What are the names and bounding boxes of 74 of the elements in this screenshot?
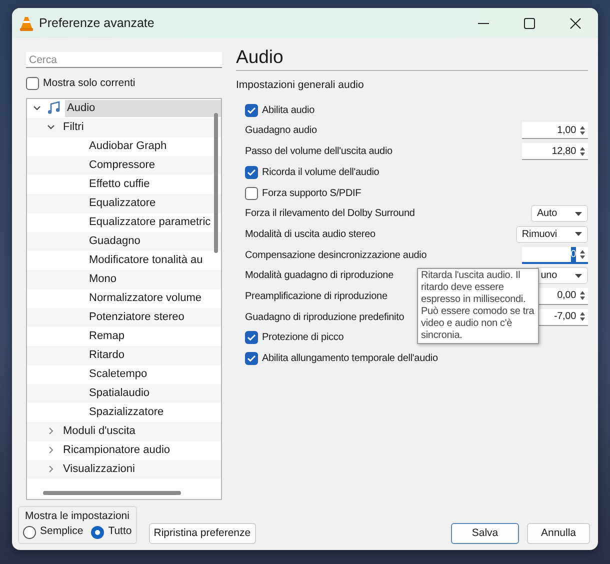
- setting-label: Modalità guadagno di riproduzione: [245, 269, 394, 284]
- spin-arrows-icon[interactable]: [579, 146, 586, 157]
- tree-item[interactable]: Normalizzatore volume: [87, 290, 204, 306]
- tree-item[interactable]: Effetto cuffie: [87, 176, 152, 192]
- setting-label: Forza il rilevamento del Dolby Surround: [245, 207, 415, 222]
- dropdown[interactable]: Auto: [531, 205, 588, 222]
- dropdown[interactable]: uno: [534, 267, 588, 284]
- setting-label: Preamplificazione di riproduzione: [245, 290, 388, 304]
- dropdown[interactable]: Rimuovi: [516, 226, 588, 243]
- dialog-button[interactable]: Annulla: [527, 523, 590, 544]
- spin-arrows-icon[interactable]: [579, 124, 586, 136]
- tree-item[interactable]: Equalizzatore parametric: [87, 214, 213, 230]
- caret-down-icon: [575, 232, 582, 236]
- setting-label: Protezione di picco: [262, 331, 344, 346]
- tooltip: Ritarda l'uscita audio. Il ritardo deve essere espresso in millisecondi. Può essere comodo se tra video e audio non c'è sincronia.: [417, 268, 539, 344]
- checkmark-icon: [247, 355, 256, 362]
- group-title: Mostra le impostazioni: [24, 508, 130, 524]
- dialog-button[interactable]: Salva: [451, 523, 519, 544]
- checkbox[interactable]: [245, 104, 258, 117]
- checkbox[interactable]: [245, 352, 258, 366]
- traffic-cone-icon: [20, 16, 33, 30]
- spin-field[interactable]: 12,80: [522, 143, 588, 160]
- checkmark-icon: [247, 334, 256, 342]
- checkbox[interactable]: [245, 186, 258, 200]
- chevron-right-icon[interactable]: [47, 465, 55, 474]
- minimize-icon: [478, 22, 488, 24]
- reset-preferences-button[interactable]: Ripristina preferenze: [148, 523, 256, 544]
- tree-item[interactable]: Scaletempo: [87, 366, 150, 382]
- checkmark-icon: [247, 106, 256, 114]
- section-subtitle: Impostazioni generali audio: [236, 78, 365, 94]
- setting-label: Abilita allungamento temporale dell'audio: [262, 352, 438, 366]
- checkmark-icon: [247, 168, 256, 176]
- show-current-checkbox[interactable]: Mostra solo correnti: [26, 76, 222, 92]
- scrollbar-thumb[interactable]: [43, 490, 181, 495]
- setting-label: Forza supporto S/PDIF: [262, 186, 362, 201]
- tree-item[interactable]: Spazializzatore: [87, 404, 166, 420]
- radio-option[interactable]: Tutto: [91, 524, 132, 540]
- scrollbar-thumb[interactable]: [214, 112, 218, 253]
- setting-label: Passo del volume dell'uscita audio: [245, 145, 392, 160]
- chevron-down-icon[interactable]: [33, 104, 41, 112]
- chevron-down-icon[interactable]: [47, 123, 55, 132]
- tree-item[interactable]: Audiobar Graph: [87, 138, 169, 154]
- caret-down-icon: [575, 212, 582, 216]
- tree-item[interactable]: Remap: [87, 328, 126, 344]
- search-field[interactable]: Cerca: [26, 52, 222, 68]
- spin-arrows-icon[interactable]: [579, 290, 586, 302]
- spin-field[interactable]: 1,00: [522, 122, 588, 140]
- window-title: Preferenze avanzate: [39, 14, 154, 32]
- tree-item[interactable]: Modificatore tonalità au: [87, 252, 205, 268]
- spin-arrows-icon[interactable]: [579, 311, 586, 322]
- radio-option[interactable]: Semplice: [23, 524, 84, 540]
- tree-item[interactable]: Ritardo: [87, 347, 126, 364]
- checkbox[interactable]: [245, 331, 258, 344]
- setting-label: Guadagno audio: [245, 124, 317, 138]
- checkbox[interactable]: [245, 166, 258, 179]
- maximize-icon: [524, 18, 534, 28]
- setting-label: Guadagno di riproduzione predefinito: [245, 310, 404, 325]
- setting-label: Modalità di uscita audio stereo: [245, 228, 376, 242]
- tree-item[interactable]: Audio: [65, 100, 221, 116]
- chevron-right-icon[interactable]: [47, 446, 55, 454]
- tree-item[interactable]: Filtri: [61, 119, 86, 136]
- chevron-right-icon[interactable]: [47, 427, 55, 436]
- tree-item[interactable]: Ricampionatore audio: [61, 442, 172, 458]
- spin-field[interactable]: 0: [522, 246, 588, 264]
- setting-label: Ricorda il volume dell'audio: [262, 166, 380, 180]
- music-note-icon: [47, 101, 61, 116]
- section-heading: Audio: [236, 46, 588, 72]
- setting-label: Abilita audio: [262, 104, 315, 118]
- caret-down-icon: [575, 274, 582, 278]
- setting-label: Compensazione desincronizzazione audio: [245, 248, 427, 263]
- tree-item[interactable]: Mono: [87, 271, 119, 288]
- spin-arrows-icon[interactable]: [579, 248, 586, 260]
- checkbox[interactable]: [26, 77, 39, 90]
- close-icon: [570, 18, 580, 28]
